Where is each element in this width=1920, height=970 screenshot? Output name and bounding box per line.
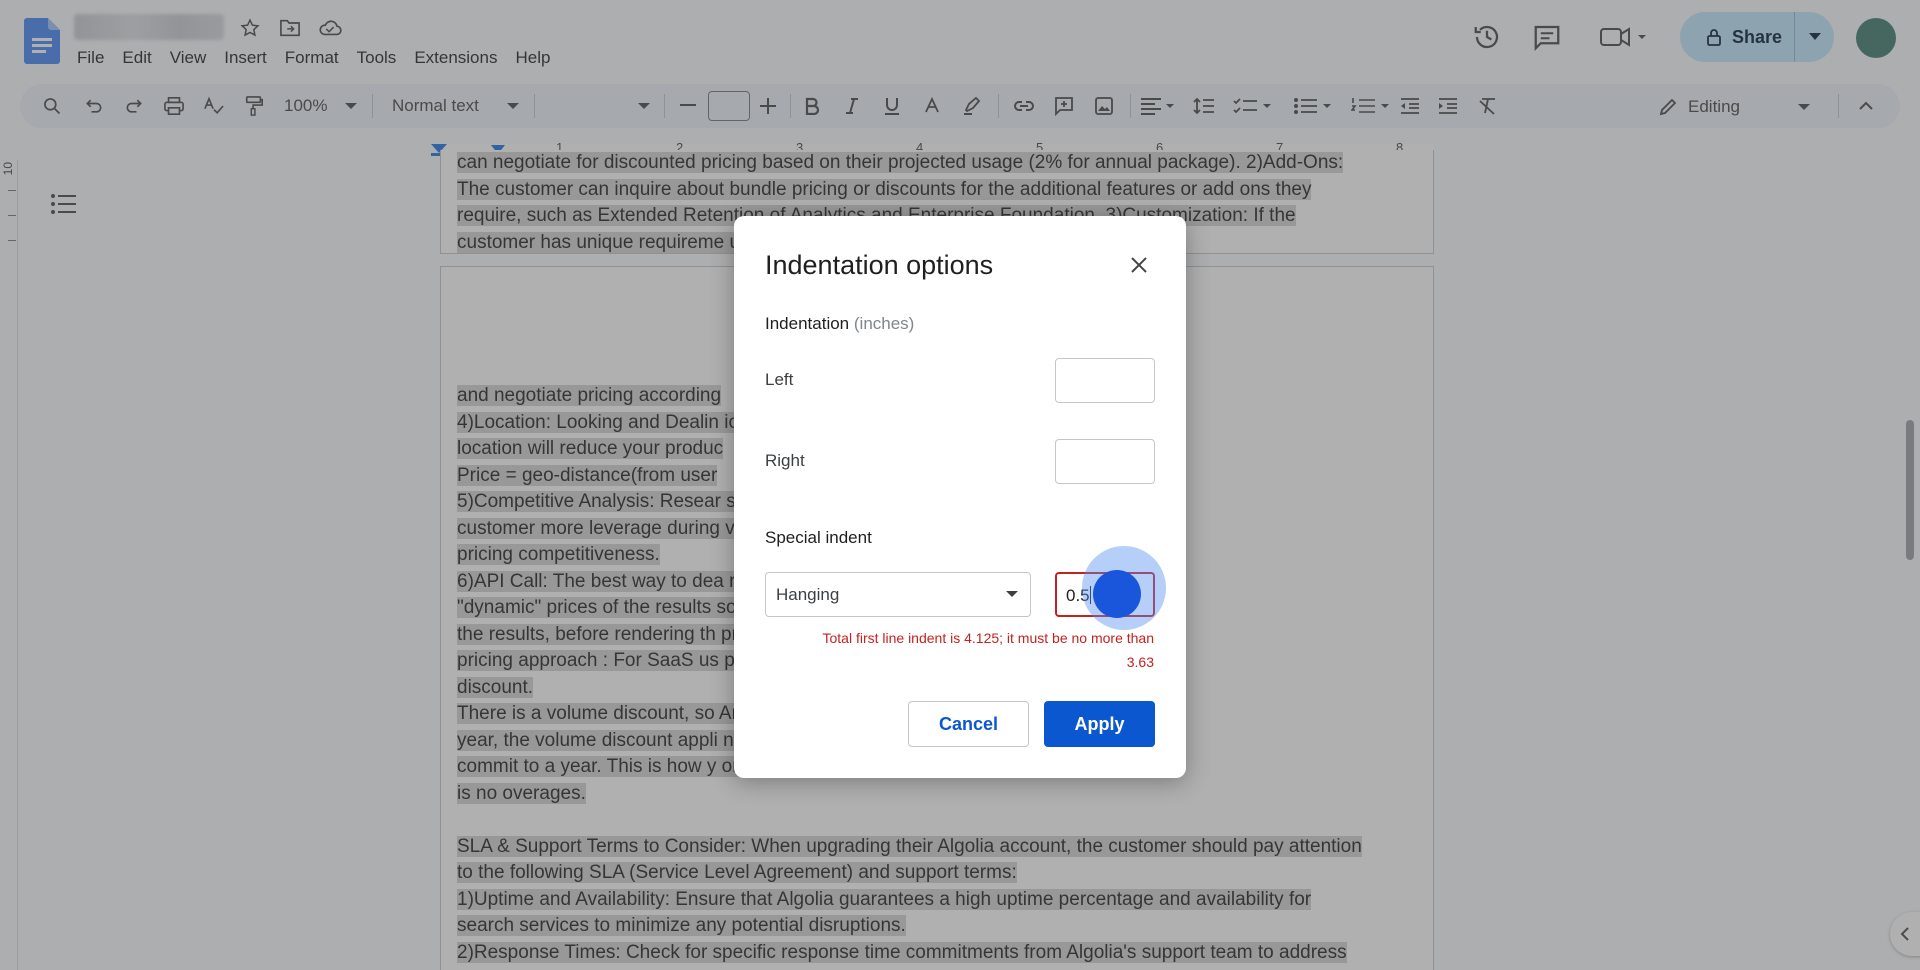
close-dialog-button[interactable]	[1124, 250, 1154, 280]
indentation-options-dialog: Indentation options Indentation (inches)…	[734, 216, 1186, 778]
right-indent-label: Right	[765, 451, 805, 470]
special-indent-label: Special indent	[765, 528, 872, 547]
cancel-button[interactable]: Cancel	[908, 701, 1029, 747]
indentation-label: Indentation	[765, 314, 850, 333]
close-icon	[1131, 257, 1147, 273]
indent-error-limit: 3.63	[1126, 654, 1154, 670]
click-indicator-dot	[1093, 570, 1141, 618]
indent-error-message: Total first line indent is 4.125; it mus…	[774, 626, 1154, 674]
special-indent-select[interactable]: Hanging	[765, 572, 1031, 617]
caret-down-icon	[1006, 591, 1018, 597]
apply-button[interactable]: Apply	[1044, 701, 1155, 747]
dialog-title: Indentation options	[765, 250, 994, 280]
indent-error-line: Total first line indent is 4.125; it mus…	[822, 630, 1154, 646]
indentation-unit: (inches)	[853, 314, 915, 333]
left-indent-input[interactable]	[1055, 358, 1155, 403]
left-indent-label: Left	[765, 370, 794, 389]
right-indent-input[interactable]	[1055, 439, 1155, 484]
indentation-section-label: Indentation (inches)	[765, 314, 914, 334]
special-indent-value: Hanging	[776, 584, 840, 604]
